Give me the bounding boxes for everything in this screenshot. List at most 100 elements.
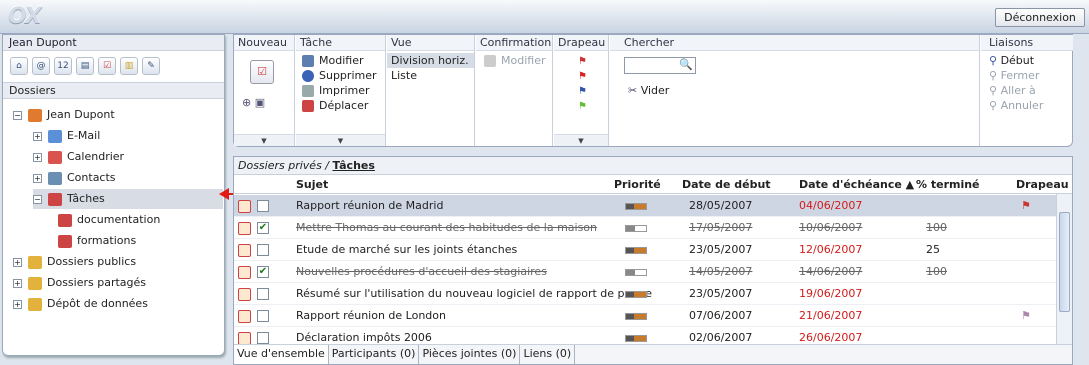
link-cancel-button[interactable]: ⚲ Annuler xyxy=(989,98,1073,113)
priority-indicator xyxy=(625,247,647,254)
link-goto-button[interactable]: ⚲ Aller à xyxy=(989,83,1073,98)
clear-label: Vider xyxy=(640,84,670,97)
tree-toggle[interactable]: − xyxy=(33,194,42,204)
flag-icon[interactable]: ⚑ xyxy=(1021,195,1031,217)
folder-item[interactable]: − Jean Dupont xyxy=(13,105,115,125)
detail-tab[interactable]: Participants (0) xyxy=(329,345,420,364)
flag-red-icon[interactable]: ⚑ xyxy=(578,69,608,84)
task-percent: 100 xyxy=(926,265,947,278)
col-start[interactable]: Date de début xyxy=(682,178,771,191)
logout-button[interactable]: Déconnexion xyxy=(995,8,1085,27)
detail-tab[interactable]: Vue d'ensemble xyxy=(234,345,329,364)
folder-item[interactable]: + Dossiers partagés xyxy=(13,273,146,293)
detail-tab[interactable]: Liens (0) xyxy=(520,345,576,364)
scroll-thumb[interactable] xyxy=(1059,212,1070,312)
tree-toggle[interactable]: + xyxy=(13,257,22,267)
mail-icon[interactable]: @ xyxy=(32,57,50,75)
flag-dropdown[interactable]: ▼ xyxy=(554,134,608,146)
calendar-icon[interactable]: 12 xyxy=(54,57,72,75)
folder-icon xyxy=(28,108,42,122)
delete-button[interactable]: Supprimer xyxy=(302,68,385,83)
flag-blue-icon[interactable]: ⚑ xyxy=(578,84,608,99)
folder-item[interactable]: + Contacts xyxy=(33,168,116,188)
detail-tab[interactable]: Pièces jointes (0) xyxy=(419,345,521,364)
tree-toggle[interactable]: + xyxy=(13,278,22,288)
col-due[interactable]: Date d'échéance ▲ xyxy=(799,178,914,191)
col-flag[interactable]: Drapeau xyxy=(1016,178,1069,191)
new-task-button[interactable]: ☑ xyxy=(250,60,274,84)
home-icon[interactable]: ⌂ xyxy=(10,57,28,75)
col-priority[interactable]: Priorité xyxy=(614,178,661,191)
flag-green-icon[interactable]: ⚑ xyxy=(578,99,608,114)
flag-icon[interactable]: ⚑ xyxy=(1021,305,1031,327)
tree-toggle[interactable]: + xyxy=(33,131,42,141)
task-subject: Résumé sur l'utilisation du nouveau logi… xyxy=(296,287,652,300)
infostore-icon[interactable]: ▥ xyxy=(120,57,138,75)
move-button[interactable]: Déplacer xyxy=(302,98,385,113)
print-button[interactable]: Imprimer xyxy=(302,83,385,98)
done-checkbox[interactable] xyxy=(257,244,269,256)
table-row[interactable]: Rapport réunion de London 07/06/2007 21/06… xyxy=(234,305,1056,327)
folder-label: Jean Dupont xyxy=(47,108,115,121)
folder-label: E-Mail xyxy=(67,129,101,142)
task-dropdown[interactable]: ▼ xyxy=(296,134,385,146)
tasks-icon[interactable]: ☑ xyxy=(98,57,116,75)
ox-logo: OX xyxy=(8,4,42,29)
done-checkbox[interactable] xyxy=(257,310,269,322)
group-links-label: Liaisons xyxy=(981,35,1073,51)
grid-scrollbar[interactable] xyxy=(1056,194,1072,344)
breadcrumb-tasks[interactable]: Tâches xyxy=(333,159,375,172)
breadcrumb-private[interactable]: Dossiers privés xyxy=(238,159,322,172)
top-bar: OX ✲ ↻ ? Déconnexion xyxy=(0,0,1089,34)
task-icon xyxy=(238,244,251,257)
table-row[interactable]: ✔ Mettre Thomas au courant des habitudes … xyxy=(234,217,1056,239)
link-close-label: Fermer xyxy=(1000,69,1040,82)
search-input[interactable]: 🔍 xyxy=(624,57,696,74)
split-view-button[interactable]: Division horiz. xyxy=(387,53,474,68)
col-subject[interactable]: Sujet xyxy=(296,178,328,191)
task-due: 19/06/2007 xyxy=(799,287,863,300)
folder-label: documentation xyxy=(77,213,161,226)
delete-label: Supprimer xyxy=(319,69,377,82)
tree-toggle[interactable]: + xyxy=(13,299,22,309)
contacts-icon[interactable]: ▤ xyxy=(76,57,94,75)
table-row[interactable]: Résumé sur l'utilisation du nouveau logi… xyxy=(234,283,1056,305)
clear-search-button[interactable]: ✂ Vider xyxy=(628,83,669,98)
folder-item[interactable]: + Dossiers publics xyxy=(13,252,136,272)
done-checkbox[interactable] xyxy=(257,200,269,212)
done-checkbox[interactable]: ✔ xyxy=(257,222,269,234)
folder-item[interactable]: + Dépôt de données xyxy=(13,294,148,314)
table-row[interactable]: ✔ Nouvelles procédures d'accueil des stag… xyxy=(234,261,1056,283)
folder-item[interactable]: documentation xyxy=(58,210,160,230)
edit-button[interactable]: Modifier xyxy=(302,53,385,68)
done-checkbox[interactable] xyxy=(257,332,269,344)
table-row[interactable]: Etude de marché sur les joints étanches 2… xyxy=(234,239,1056,261)
tree-toggle[interactable]: − xyxy=(13,110,22,120)
group-new: Nouveau ☑ ⊕ ▣ ▼ xyxy=(234,35,295,146)
new-dropdown[interactable]: ▼ xyxy=(234,134,294,146)
confirm-edit-icon xyxy=(484,55,496,67)
link-close-button[interactable]: ⚲ Fermer xyxy=(989,68,1073,83)
settings-icon[interactable]: ✎ xyxy=(142,57,160,75)
group-links: Liaisons ⚲ Début ⚲ Fermer ⚲ Aller à ⚲ An… xyxy=(981,35,1073,146)
task-subject: Etude de marché sur les joints étanches xyxy=(296,243,518,256)
folder-item[interactable]: + E-Mail xyxy=(33,126,100,146)
folder-item[interactable]: − Tâches xyxy=(33,189,223,209)
folder-item[interactable]: + Calendrier xyxy=(33,147,124,167)
flag-none-icon[interactable]: ⚑ xyxy=(578,54,608,69)
group-search: Chercher 🔍 ✂ Vider xyxy=(610,35,980,146)
done-checkbox[interactable] xyxy=(257,288,269,300)
folder-item[interactable]: formations xyxy=(58,231,136,251)
confirm-edit-button[interactable]: Modifier xyxy=(476,51,552,67)
link-start-button[interactable]: ⚲ Début xyxy=(989,53,1073,68)
group-task: Tâche Modifier Supprimer Imprimer Déplac… xyxy=(296,35,386,146)
new-small-icons[interactable]: ⊕ ▣ xyxy=(242,96,294,109)
tree-toggle[interactable]: + xyxy=(33,152,42,162)
table-row[interactable]: Rapport réunion de Madrid 28/05/2007 04/06… xyxy=(234,195,1056,217)
done-checkbox[interactable]: ✔ xyxy=(257,266,269,278)
task-grid: Dossiers privés / Tâches Sujet Priorité … xyxy=(233,156,1073,365)
list-view-button[interactable]: Liste xyxy=(387,68,474,83)
col-percent[interactable]: % terminé xyxy=(916,178,980,191)
tree-toggle[interactable]: + xyxy=(33,173,42,183)
search-icon[interactable]: 🔍 xyxy=(679,58,693,71)
